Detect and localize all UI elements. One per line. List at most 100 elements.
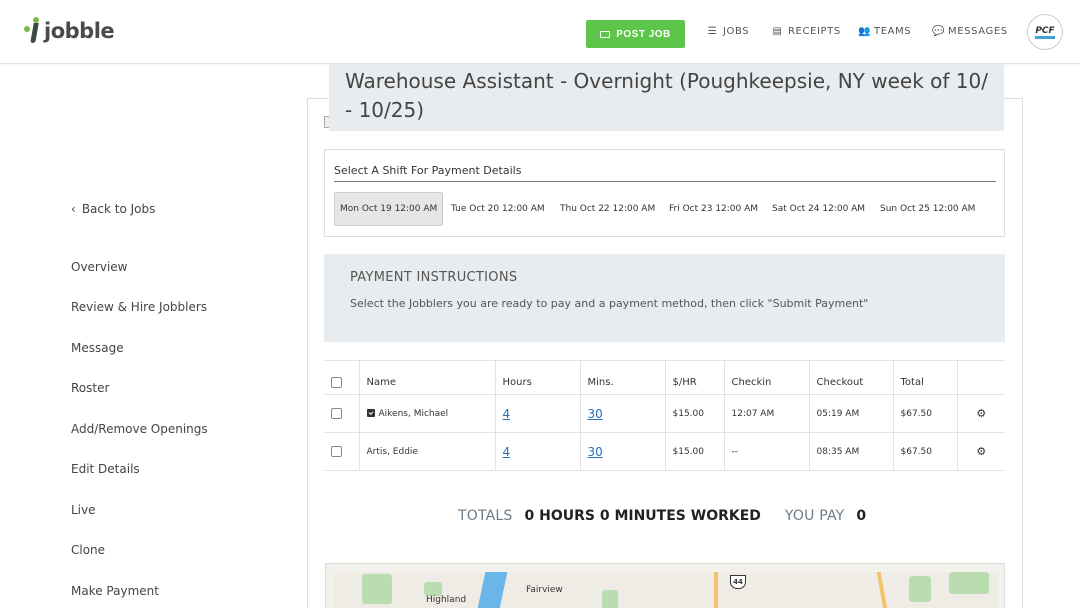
users-icon: 👥 (858, 26, 872, 37)
nav-teams-label: TEAMS (874, 26, 912, 37)
checkout-cell: 05:19 AM (809, 394, 894, 433)
checkin-cell: -- (724, 432, 810, 471)
row-select-cell (324, 432, 360, 471)
actions-cell: ⚙ (957, 432, 1005, 471)
gear-icon[interactable]: ⚙ (976, 445, 986, 458)
col-header-mins: Mins. (580, 360, 666, 395)
totals-summary: TOTALS 0 HOURS 0 MINUTES WORKED YOU PAY … (458, 508, 866, 524)
route-shield-icon: 44 (730, 575, 746, 589)
map-road (714, 572, 718, 608)
sidebar-item-live[interactable]: Live (71, 503, 96, 517)
actions-cell: ⚙ (957, 394, 1005, 433)
checked-in-icon (366, 408, 375, 417)
logo-mark-icon (24, 17, 42, 45)
chevron-left-icon: ‹ (71, 202, 76, 216)
sidebar-item-message[interactable]: Message (71, 341, 124, 355)
sidebar-item-add-remove-openings[interactable]: Add/Remove Openings (71, 422, 208, 436)
shift-tab-mon-oct-19[interactable]: Mon Oct 19 12:00 AM (334, 192, 444, 226)
rate-cell: $15.00 (665, 394, 725, 433)
jobbler-name-cell: Aikens, Michael (359, 394, 496, 433)
nav-messages[interactable]: 💬 MESSAGES (932, 26, 1008, 37)
nav-jobs[interactable]: ☰ JOBS (707, 26, 749, 37)
job-title-bar: Warehouse Assistant - Overnight (Poughke… (329, 64, 1004, 131)
row-select-cell (324, 394, 360, 433)
location-map[interactable]: Highland Fairview 44 (325, 563, 1005, 608)
you-pay-label: YOU PAY (784, 508, 845, 524)
hours-cell: 4 (495, 432, 581, 471)
shift-tab-fri-oct-23[interactable]: Fri Oct 23 12:00 AM (664, 192, 763, 226)
nav-receipts-label: RECEIPTS (788, 26, 841, 37)
row-checkbox[interactable] (331, 407, 342, 419)
map-road (876, 572, 892, 608)
total-cell: $67.50 (893, 394, 958, 433)
hours-link[interactable]: 4 (503, 445, 511, 459)
post-job-label: POST JOB (616, 28, 671, 40)
shift-tab-tue-oct-20[interactable]: Tue Oct 20 12:00 AM (446, 192, 550, 226)
shift-tab-sat-oct-24[interactable]: Sat Oct 24 12:00 AM (767, 192, 870, 226)
top-header: jobble POST JOB ☰ JOBS ▤ RECEIPTS 👥 TEAM… (0, 0, 1080, 64)
payment-instructions-heading: PAYMENT INSTRUCTIONS (350, 270, 518, 285)
table-header-row: Name Hours Mins. $/HR Checkin Checkout T… (324, 360, 1005, 395)
map-park (362, 574, 392, 604)
col-header-name: Name (359, 360, 496, 395)
hours-cell: 4 (495, 394, 581, 433)
map-label-highland: Highland (426, 595, 467, 605)
col-header-actions (957, 360, 1005, 395)
col-header-rate: $/HR (665, 360, 725, 395)
payment-instructions: PAYMENT INSTRUCTIONS Select the Jobblers… (324, 254, 1005, 342)
list-icon: ☰ (707, 26, 718, 37)
mins-cell: 30 (580, 394, 666, 433)
nav-teams[interactable]: 👥 TEAMS (858, 26, 911, 37)
mins-cell: 30 (580, 432, 666, 471)
hours-link[interactable]: 4 (503, 407, 511, 421)
select-all-checkbox[interactable] (331, 376, 342, 388)
nav-jobs-label: JOBS (723, 26, 750, 37)
back-to-jobs-link[interactable]: ‹ Back to Jobs (71, 202, 155, 216)
mins-link[interactable]: 30 (588, 407, 603, 421)
jobble-logo[interactable]: jobble (24, 16, 115, 46)
select-all-cell (324, 360, 360, 395)
col-header-hours: Hours (495, 360, 581, 395)
jobbler-name: Aikens, Michael (378, 408, 449, 419)
divider (334, 181, 996, 182)
sidebar-item-roster[interactable]: Roster (71, 381, 109, 395)
post-job-button[interactable]: POST JOB (586, 20, 685, 48)
job-title: Warehouse Assistant - Overnight (Poughke… (345, 69, 988, 122)
chat-icon: 💬 (932, 26, 946, 37)
sidebar-item-overview[interactable]: Overview (71, 260, 128, 274)
map-park (424, 582, 442, 596)
jobbler-name: Artis, Eddie (366, 446, 418, 457)
sidebar-item-review-hire[interactable]: Review & Hire Jobblers (71, 300, 207, 314)
folder-icon (600, 30, 611, 38)
map-canvas: Highland Fairview 44 (334, 572, 998, 608)
col-header-checkout: Checkout (809, 360, 894, 395)
worked-value: 0 HOURS 0 MINUTES WORKED (524, 508, 761, 524)
shift-selector-heading: Select A Shift For Payment Details (334, 164, 522, 177)
back-label: Back to Jobs (81, 202, 156, 216)
sidebar-item-clone[interactable]: Clone (71, 543, 105, 557)
mins-link[interactable]: 30 (588, 445, 603, 459)
sidebar-item-make-payment[interactable]: Make Payment (71, 584, 159, 598)
map-park (909, 576, 931, 602)
jobbler-name-cell: Artis, Eddie (359, 432, 496, 471)
payment-instructions-text: Select the Jobblers you are ready to pay… (350, 297, 869, 310)
gear-icon[interactable]: ⚙ (976, 407, 986, 420)
total-cell: $67.50 (893, 432, 958, 471)
table-row: Aikens, Michael 4 30 $15.00 12:07 AM 05:… (324, 394, 1005, 433)
checkin-cell: 12:07 AM (724, 394, 810, 433)
col-header-total: Total (893, 360, 958, 395)
rate-cell: $15.00 (665, 432, 725, 471)
you-pay-value: 0 (856, 508, 867, 524)
shift-tab-thu-oct-22[interactable]: Thu Oct 22 12:00 AM (555, 192, 660, 226)
checkout-cell: 08:35 AM (809, 432, 894, 471)
map-park (602, 590, 618, 608)
row-checkbox[interactable] (331, 445, 342, 457)
nav-receipts[interactable]: ▤ RECEIPTS (772, 26, 841, 37)
account-avatar[interactable]: PCF (1027, 14, 1063, 50)
shift-tab-sun-oct-25[interactable]: Sun Oct 25 12:00 AM (875, 192, 980, 226)
shift-selector: Select A Shift For Payment Details Mon O… (324, 149, 1005, 237)
payment-table: Name Hours Mins. $/HR Checkin Checkout T… (324, 360, 1005, 471)
map-river (472, 572, 508, 608)
sidebar-item-edit-details[interactable]: Edit Details (71, 462, 140, 476)
receipt-icon: ▤ (772, 26, 783, 37)
